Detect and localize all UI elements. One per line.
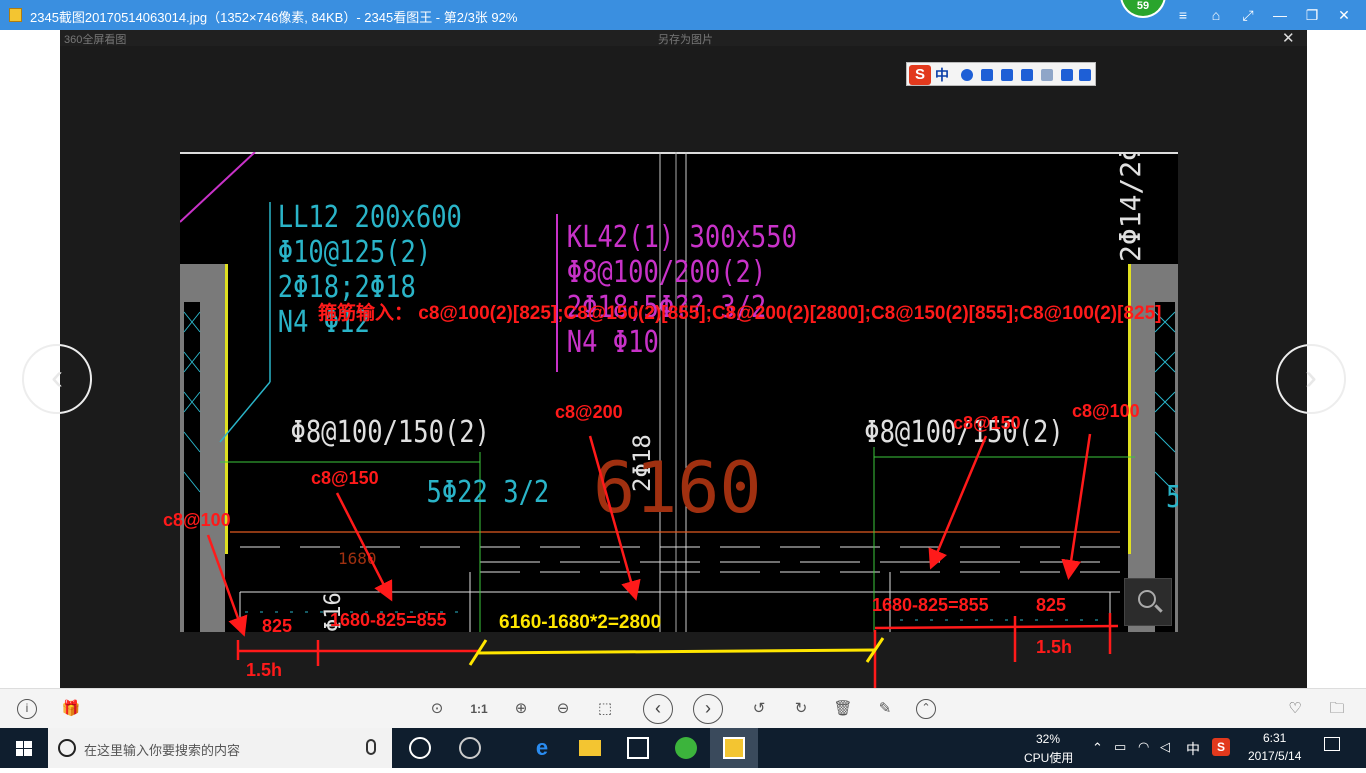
annot-825-right: 825 (1036, 595, 1067, 615)
annot-c8-100-right: c8@100 (1072, 401, 1140, 421)
edit-icon[interactable]: ✎ (874, 698, 896, 720)
cpu-label: CPU使用 (1024, 751, 1074, 765)
window-titlebar: 2345截图20170514063014.jpg（1352×746像素, 84K… (0, 0, 1366, 30)
volume-icon[interactable]: ◁ (1160, 739, 1170, 755)
gift-icon[interactable]: 🎁 (60, 698, 82, 720)
task-edge[interactable]: e (518, 728, 566, 768)
window-title: 2345截图20170514063014.jpg（1352×746像素, 84K… (30, 10, 518, 25)
wifi-icon[interactable]: ◠ (1138, 739, 1149, 755)
search-placeholder: 在这里输入你要搜索的内容 (84, 743, 241, 758)
viewer-2345-icon (723, 737, 745, 759)
next-button[interactable]: › (693, 694, 723, 724)
cortana-icon (58, 739, 76, 757)
rotate-left-icon[interactable]: ↺ (748, 698, 770, 720)
stirrup-input-annotation: 箍筋输入： c8@100(2)[825];C8@150(2)[855];C8@2… (318, 303, 1162, 324)
windows-logo-icon (16, 741, 32, 756)
annot-c8-150-right: c8@150 (953, 413, 1021, 433)
annot-calc-left: 1680-825=855 (330, 610, 447, 630)
annot-1-5h-right: 1.5h (1036, 637, 1073, 657)
annot-calc-right: 1680-825=855 (872, 595, 989, 615)
microphone-icon[interactable] (366, 739, 376, 755)
file-explorer-icon (579, 740, 601, 756)
cpu-percent: 32% (1036, 732, 1061, 746)
task-app-1[interactable] (396, 728, 444, 768)
taskbar-search-box[interactable]: 在这里输入你要搜索的内容 (48, 728, 392, 768)
notification-badge[interactable]: 59 (1120, 0, 1166, 18)
actual-size-button[interactable]: 1:1 (468, 698, 490, 720)
task-2345-viewer[interactable] (710, 728, 758, 768)
battery-icon[interactable]: ▭ (1114, 739, 1126, 755)
sogou-tray-icon[interactable]: S (1212, 738, 1230, 756)
fit-screen-icon[interactable]: ⬚ (594, 698, 616, 720)
image-viewer: 360全屏看图 另存为图片 ✕ ‹ › S 中 LL12 200x600 Φ10… (0, 30, 1366, 688)
rotate-right-icon[interactable]: ↻ (790, 698, 812, 720)
task-360[interactable] (662, 728, 710, 768)
mouse-icon[interactable]: ⊙ (426, 698, 448, 720)
tray-expand-icon[interactable]: ⌃ (1092, 740, 1103, 756)
app-swirl-icon (409, 737, 431, 759)
clock-date[interactable]: 2017/5/14 (1248, 749, 1301, 763)
annot-1-5h-left: 1.5h (246, 660, 283, 680)
restore-button[interactable]: ❐ (1301, 5, 1323, 25)
start-button[interactable] (0, 728, 48, 768)
windows-taskbar: 在这里输入你要搜索的内容 e 32% CPU使用 ⌃ ▭ ◠ ◁ 中 S 6:3… (0, 728, 1366, 768)
action-center-icon[interactable] (1324, 737, 1340, 751)
edge-icon: e (535, 735, 549, 760)
info-icon[interactable]: i (17, 699, 37, 719)
viewer-toolbar: i 🎁 ⊙ 1:1 ⊕ ⊖ ⬚ ‹ › ↺ ↻ 🗑 ✎ ⌃ ♡ 🗀 (0, 688, 1366, 728)
ime-indicator[interactable]: 中 (1186, 739, 1200, 759)
folder-icon[interactable]: 🗀 (1326, 698, 1348, 720)
annot-c8-100-left: c8@100 (163, 510, 231, 530)
annot-c8-200: c8@200 (555, 402, 623, 422)
task-store[interactable] (614, 728, 662, 768)
browser-360-icon (675, 737, 697, 759)
favorite-icon[interactable]: ♡ (1284, 698, 1306, 720)
close-button[interactable]: ✕ (1333, 5, 1355, 25)
zoom-in-icon[interactable]: ⊕ (510, 698, 532, 720)
annot-825-left: 825 (262, 616, 293, 636)
prev-button[interactable]: ‹ (643, 694, 673, 724)
minimize-button[interactable]: — (1269, 5, 1291, 25)
annot-c8-150-left: c8@150 (311, 468, 379, 488)
zoom-out-icon[interactable]: ⊖ (552, 698, 574, 720)
annotation-overlay (206, 433, 1119, 688)
task-explorer[interactable] (566, 728, 614, 768)
task-app-2[interactable] (446, 728, 494, 768)
more-icon[interactable]: ⌃ (916, 699, 936, 719)
app-spiral-icon (459, 737, 481, 759)
fullscreen-icon[interactable]: ⤢ (1237, 5, 1259, 25)
menu-icon[interactable]: ≡ (1172, 5, 1194, 25)
annot-calc-mid: 6160-1680*2=2800 (499, 612, 662, 633)
skin-icon[interactable]: ⌂ (1205, 5, 1227, 25)
delete-icon[interactable]: 🗑 (832, 698, 854, 720)
clock-time[interactable]: 6:31 (1263, 731, 1286, 745)
store-icon (627, 737, 649, 759)
app-icon (9, 8, 22, 22)
